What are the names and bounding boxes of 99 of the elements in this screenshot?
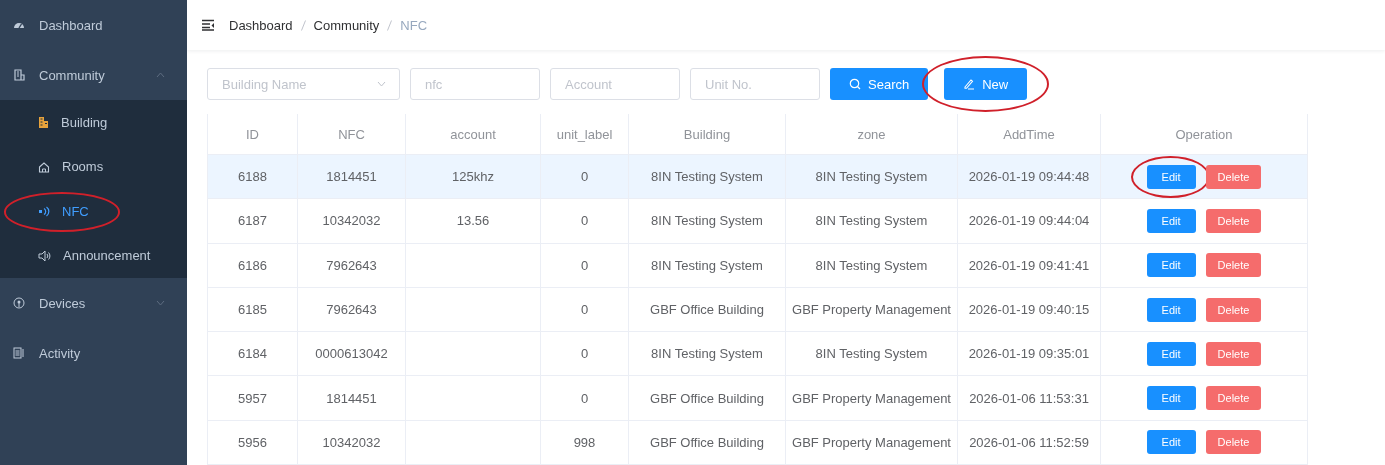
table-row[interactable]: 6185 7962643 0 GBF Office Building GBF Property Management 2026-01-19 09:40:15 Edit Delete [208, 287, 1308, 333]
table-cell: 2026-01-19 09:44:48 [968, 169, 1090, 185]
select-field[interactable]: Building Name [207, 68, 400, 100]
column-header: AddTime [1003, 126, 1055, 142]
table-cell: 1814451 [326, 390, 377, 406]
edit-button[interactable]: Edit [1146, 297, 1196, 322]
table-cell: GBF Office Building [650, 390, 764, 406]
table-cell: 7962643 [326, 257, 377, 273]
search-icon [849, 78, 861, 90]
table-cell: GBF Property Management [792, 434, 951, 450]
table-cell: 2026-01-19 09:40:15 [968, 302, 1090, 318]
menu-item[interactable]: Building [0, 100, 187, 145]
table-cell: 1814451 [326, 169, 377, 185]
table-cell: GBF Office Building [650, 434, 764, 450]
table-cell: GBF Office Building [650, 302, 764, 318]
edit-button[interactable]: Edit [1146, 386, 1196, 411]
table-cell: 998 [573, 434, 596, 450]
search-button[interactable]: Search [830, 68, 929, 100]
slash-separator-icon [387, 19, 393, 31]
column-header: unit_label [556, 126, 613, 142]
edit-button[interactable]: Edit [1146, 208, 1196, 233]
menu-item[interactable]: Rooms [0, 144, 187, 189]
table-cell: 5956 [238, 434, 267, 450]
column-header: NFC [338, 126, 365, 142]
table-cell: 13.56 [456, 213, 490, 229]
table-cell: 2026-01-19 09:44:04 [968, 213, 1090, 229]
pen-icon [963, 78, 976, 90]
column-header: Building [683, 126, 731, 142]
table-cell: 0 [580, 169, 589, 185]
delete-button[interactable]: Delete [1205, 430, 1262, 455]
table-row[interactable]: 6184 0000613042 0 8IN Testing System 8IN Testing System 2026-01-19 09:35:01 Edit Delete [208, 332, 1308, 377]
menu-item[interactable]: Announcement [0, 233, 187, 278]
input-field[interactable]: Unit No. [690, 68, 820, 100]
table-cell: GBF Property Management [792, 302, 951, 318]
table-cell: 0 [580, 257, 589, 273]
edit-button[interactable]: Edit [1146, 341, 1196, 366]
delete-button[interactable]: Delete [1205, 297, 1262, 322]
table-cell: 2026-01-19 09:41:41 [968, 257, 1090, 273]
signal-icon [38, 205, 50, 218]
table-cell: 6188 [238, 169, 267, 185]
input-field[interactable]: Account [550, 68, 680, 100]
breadcrumb-link[interactable]: Community [313, 17, 380, 33]
table-cell: 8IN Testing System [651, 257, 763, 273]
table-cell: 0 [580, 302, 589, 318]
table-cell: 0 [580, 346, 589, 362]
table-cell: 8IN Testing System [651, 169, 763, 185]
table-cell: 0 [580, 213, 589, 229]
table-cell: 8IN Testing System [815, 169, 928, 185]
caret-icon[interactable] [156, 72, 165, 78]
table-cell: 2026-01-06 11:52:59 [969, 434, 1089, 450]
table-cell: 8IN Testing System [651, 346, 763, 362]
table-cell: 0000613042 [315, 346, 388, 362]
table-cell: 5957 [238, 390, 267, 406]
table-cell: 8IN Testing System [815, 346, 928, 362]
table-cell: 8IN Testing System [815, 213, 928, 229]
table-cell: 6184 [238, 346, 267, 362]
table-cell: 2026-01-19 09:35:01 [968, 346, 1090, 362]
table-cell: 8IN Testing System [651, 213, 763, 229]
table-row[interactable]: 6186 7962643 0 8IN Testing System 8IN Testing System 2026-01-19 09:41:41 Edit Delete [208, 243, 1308, 288]
delete-button[interactable]: Delete [1205, 341, 1262, 366]
building-icon [38, 116, 49, 129]
list-icon [13, 347, 25, 359]
new-button[interactable]: New [944, 68, 1028, 100]
table-cell: 10342032 [322, 213, 381, 229]
column-header: account [450, 126, 496, 142]
delete-button[interactable]: Delete [1205, 208, 1262, 233]
house-icon [38, 160, 50, 173]
chevron-icon [377, 81, 386, 87]
table-row[interactable]: 6188 1814451 125khz 0 8IN Testing System 8IN Testing System 2026-01-19 09:44:48 Edit Delete [208, 155, 1308, 200]
edit-button[interactable]: Edit [1146, 430, 1196, 455]
delete-button[interactable]: Delete [1205, 253, 1262, 278]
edit-button[interactable]: Edit [1146, 164, 1196, 189]
table-row[interactable]: 5956 10342032 998 GBF Office Building GBF Property Management 2026-01-06 11:52:59 Edit Delete [208, 420, 1308, 465]
table-cell: 6185 [238, 302, 267, 318]
speaker-icon [38, 249, 51, 262]
table-cell: 125khz [452, 169, 494, 185]
table-cell: GBF Property Management [792, 390, 951, 406]
table-row[interactable]: 6187 10342032 13.56 0 8IN Testing System 8IN Testing System 2026-01-19 09:44:04 Edit Delete [208, 199, 1308, 244]
breadcrumb-link[interactable]: Dashboard [229, 17, 293, 33]
input-field[interactable]: nfc [410, 68, 540, 100]
table-cell: 6187 [238, 213, 267, 229]
table-cell: 8IN Testing System [815, 257, 928, 273]
column-header: zone [857, 126, 886, 142]
column-header: Operation [1175, 126, 1233, 142]
delete-button[interactable]: Delete [1205, 164, 1262, 189]
menu-item[interactable]: NFC [0, 189, 187, 234]
table-cell: 6186 [238, 257, 267, 273]
delete-button[interactable]: Delete [1205, 386, 1262, 411]
menu-icon[interactable] [202, 19, 215, 31]
building-icon [13, 69, 25, 81]
caret-icon[interactable] [156, 300, 165, 306]
table-row[interactable]: 5957 1814451 0 GBF Office Building GBF Property Management 2026-01-06 11:53:31 Edit Delete [208, 376, 1308, 421]
table-cell: 7962643 [326, 302, 377, 318]
edit-button[interactable]: Edit [1146, 253, 1196, 278]
slash-separator-icon [300, 19, 306, 31]
table-cell: 2026-01-06 11:53:31 [969, 390, 1089, 406]
table-cell: 0 [580, 390, 589, 406]
column-header: ID [246, 126, 259, 142]
table-cell: 10342032 [322, 434, 381, 450]
